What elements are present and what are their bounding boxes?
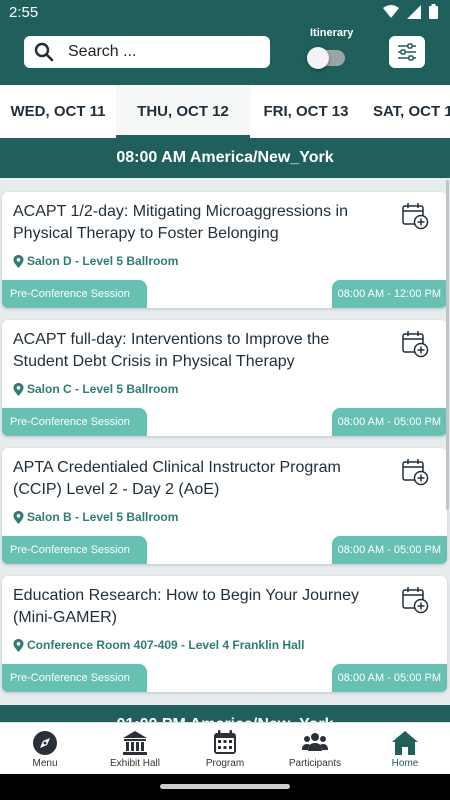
location-text: Salon B - Level 5 Ballroom xyxy=(27,510,179,524)
nav-participants[interactable]: Participants xyxy=(270,723,360,775)
session-card[interactable]: ACAPT full-day: Interventions to Improve… xyxy=(2,320,447,436)
search-box[interactable] xyxy=(24,36,270,68)
location-pin-icon xyxy=(13,382,24,396)
search-icon xyxy=(34,42,54,62)
itinerary-label: Itinerary xyxy=(310,27,354,39)
add-to-calendar-icon[interactable] xyxy=(401,202,429,230)
app-header: 2:55 Itinerary xyxy=(0,0,450,85)
bottom-navigation: Menu Exhibit Hall Program Participants H… xyxy=(0,722,450,774)
session-location: Conference Room 407-409 - Level 4 Frankl… xyxy=(13,638,304,652)
nav-label: Participants xyxy=(288,758,342,769)
location-pin-icon xyxy=(13,510,24,524)
session-location: Salon C - Level 5 Ballroom xyxy=(13,382,178,396)
compass-icon xyxy=(33,731,57,755)
system-navigation-bar xyxy=(0,774,450,800)
session-location: Salon D - Level 5 Ballroom xyxy=(13,254,178,268)
session-time-tag: 08:00 AM - 05:00 PM xyxy=(331,664,447,692)
status-icons xyxy=(383,4,438,19)
location-text: Salon D - Level 5 Ballroom xyxy=(27,254,179,268)
time-group-header: 08:00 AM America/New_York xyxy=(0,138,450,178)
tab-wed-oct-11[interactable]: WED, OCT 11 xyxy=(0,85,116,138)
session-title: ACAPT full-day: Interventions to Improve… xyxy=(13,331,330,370)
add-to-calendar-icon[interactable] xyxy=(401,330,429,358)
session-title: Education Research: How to Begin Your Jo… xyxy=(13,587,359,626)
session-location: Salon B - Level 5 Ballroom xyxy=(13,510,178,524)
session-card[interactable]: ACAPT 1/2-day: Mitigating Microaggressio… xyxy=(2,192,447,308)
session-time-tag: 08:00 AM - 05:00 PM xyxy=(331,408,447,436)
nav-home[interactable]: Home xyxy=(360,723,450,775)
home-icon xyxy=(392,731,418,755)
people-icon xyxy=(302,733,328,751)
add-to-calendar-icon[interactable] xyxy=(401,458,429,486)
session-type-tag: Pre-Conference Session xyxy=(2,536,147,564)
building-icon xyxy=(123,731,147,755)
session-time-tag: 08:00 AM - 05:00 PM xyxy=(331,536,447,564)
nav-exhibit-hall[interactable]: Exhibit Hall xyxy=(90,723,180,775)
wifi-icon xyxy=(383,4,399,18)
session-card[interactable]: APTA Credentialed Clinical Instructor Pr… xyxy=(2,448,447,564)
add-to-calendar-icon[interactable] xyxy=(401,586,429,614)
session-type-tag: Pre-Conference Session xyxy=(2,408,147,436)
tab-fri-oct-13[interactable]: FRI, OCT 13 xyxy=(250,85,362,138)
nav-program[interactable]: Program xyxy=(180,723,270,775)
signal-icon xyxy=(407,4,421,19)
tab-thu-oct-12[interactable]: THU, OCT 12 xyxy=(116,85,250,138)
nav-label: Program xyxy=(205,758,245,769)
location-text: Salon C - Level 5 Ballroom xyxy=(27,382,179,396)
location-pin-icon xyxy=(13,254,24,268)
location-text: Conference Room 407-409 - Level 4 Frankl… xyxy=(27,638,305,652)
session-time-tag: 08:00 AM - 12:00 PM xyxy=(331,280,447,308)
itinerary-toggle[interactable] xyxy=(307,47,345,69)
session-title: APTA Credentialed Clinical Instructor Pr… xyxy=(13,459,341,498)
session-type-tag: Pre-Conference Session xyxy=(2,280,147,308)
nav-label: Menu xyxy=(32,758,58,769)
toggle-knob xyxy=(307,47,329,69)
home-gesture-handle[interactable] xyxy=(160,784,290,789)
date-tabs: WED, OCT 11 THU, OCT 12 FRI, OCT 13 SAT,… xyxy=(0,85,450,138)
sliders-icon xyxy=(398,43,416,61)
scrollbar[interactable] xyxy=(446,180,449,510)
calendar-icon xyxy=(214,730,236,754)
battery-icon xyxy=(429,4,438,19)
nav-label: Home xyxy=(391,758,419,769)
status-bar: 2:55 xyxy=(0,0,450,26)
nav-menu[interactable]: Menu xyxy=(0,723,90,775)
session-type-tag: Pre-Conference Session xyxy=(2,664,147,692)
search-input[interactable] xyxy=(68,36,258,68)
session-title: ACAPT 1/2-day: Mitigating Microaggressio… xyxy=(13,203,348,242)
tab-sat-oct-14[interactable]: SAT, OCT 14 xyxy=(362,85,450,138)
location-pin-icon xyxy=(13,638,24,652)
nav-label: Exhibit Hall xyxy=(109,758,161,769)
session-card[interactable]: Education Research: How to Begin Your Jo… xyxy=(2,576,447,692)
status-time: 2:55 xyxy=(9,4,39,21)
filter-button[interactable] xyxy=(389,36,425,68)
